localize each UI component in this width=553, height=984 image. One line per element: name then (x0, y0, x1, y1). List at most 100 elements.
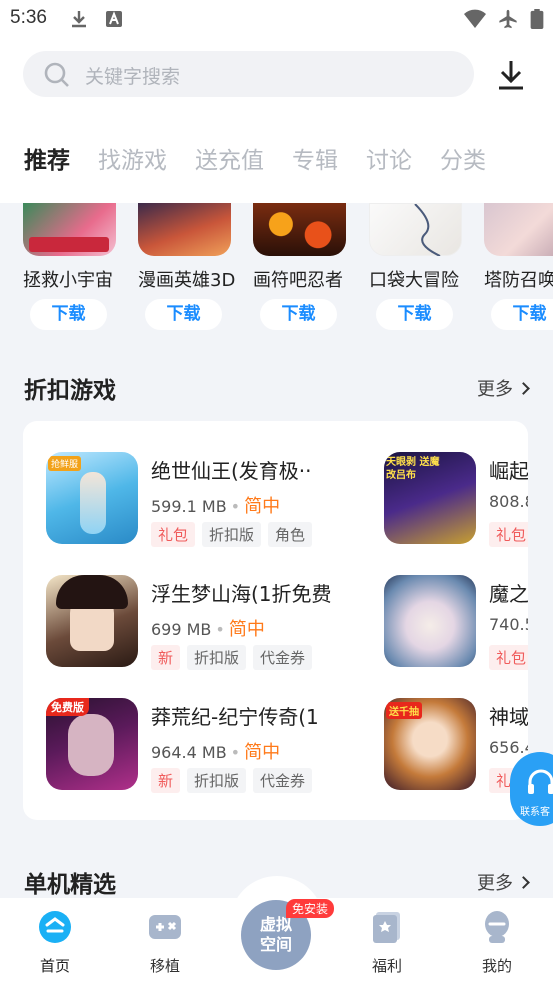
tag: 代金券 (253, 768, 313, 793)
game-region: 简中 (244, 742, 281, 763)
game-thumbnail (253, 203, 346, 256)
chevron-right-icon (517, 876, 530, 889)
game-list-item[interactable]: 天眼剥 送魔改吕布 崛起 808.8 礼包 (384, 452, 528, 547)
download-button[interactable]: 下载 (145, 299, 222, 330)
game-icon (46, 575, 138, 667)
discount-games-card: 抢鲜服 绝世仙王(发育极·· 599.1 MB • 简中 礼包 折扣版 角色 浮生梦… (23, 421, 528, 820)
game-title: 莽荒纪-纪宁传奇(1 (151, 705, 319, 729)
download-manager-icon[interactable] (496, 59, 526, 91)
status-bar: 5:36 (0, 0, 553, 38)
game-meta: 699 MB • 简中 (151, 619, 265, 640)
tab-category[interactable]: 分类 (440, 141, 486, 177)
more-label: 更多 (477, 379, 513, 400)
tag: 代金券 (253, 645, 313, 670)
search-bar[interactable]: 关键字搜索 (23, 51, 474, 97)
game-size: 964.4 MB (151, 743, 227, 762)
wifi-icon (464, 9, 486, 28)
nav-label: 福利 (371, 957, 402, 975)
nav-label: 首页 (39, 957, 70, 975)
game-icon: 抢鲜服 (46, 452, 138, 544)
icon-label: 天眼剥 送魔改吕布 (386, 457, 440, 481)
tag-list: 礼包 (489, 645, 528, 670)
game-list-item[interactable]: 浮生梦山海(1折免费 699 MB • 简中 新 折扣版 代金券 (46, 575, 376, 670)
tag: 礼包 (151, 522, 196, 547)
nav-label: 我的 (481, 957, 512, 975)
tab-recharge[interactable]: 送充值 (195, 141, 264, 177)
tag: 新 (151, 645, 181, 670)
game-name: 拯救小宇宙 (23, 270, 113, 291)
tag-list: 礼包 (489, 522, 528, 547)
game-size: 656.4 (489, 738, 528, 757)
game-title: 魔之 (489, 582, 528, 606)
game-size: 599.1 MB (151, 497, 227, 516)
game-list-item[interactable]: 免费版 莽荒纪-纪宁传奇(1 964.4 MB • 简中 新 折扣版 代金券 (46, 698, 376, 793)
profile-icon (485, 911, 509, 943)
featured-game-strip: 拯救小宇宙 下载 漫画英雄3D 下载 画符吧忍者 下载 口袋大冒险 下载 塔防召… (0, 203, 553, 333)
virtual-space-line1: 虚拟 (259, 915, 292, 934)
download-button[interactable]: 下载 (491, 299, 553, 330)
status-time: 5:36 (10, 7, 47, 28)
game-title: 崛起 (489, 459, 528, 483)
download-status-icon (72, 11, 86, 28)
download-button[interactable]: 下载 (30, 299, 107, 330)
notification-a-icon (106, 11, 122, 27)
discount-more-link[interactable]: 更多 (477, 375, 530, 401)
download-button[interactable]: 下载 (376, 299, 453, 330)
tag: 礼包 (489, 522, 528, 547)
nav-label: 移植 (149, 957, 180, 975)
game-icon: 免费版 (46, 698, 138, 790)
tag: 礼包 (489, 645, 528, 670)
home-icon (39, 911, 71, 943)
game-size: 740.5 (489, 615, 528, 634)
gamepad-icon (149, 915, 181, 939)
single-more-link[interactable]: 更多 (477, 869, 530, 895)
game-size: 699 MB (151, 620, 212, 639)
search-icon (44, 62, 69, 87)
tab-find-games[interactable]: 找游戏 (98, 141, 167, 177)
game-list-item[interactable]: 送千抽 神域 656.4 礼包 (384, 698, 528, 793)
game-meta: 656.4 (489, 738, 528, 757)
tab-bar: 推荐 找游戏 送充值 专辑 讨论 分类 (24, 141, 514, 177)
game-name: 画符吧忍者 (253, 270, 343, 291)
tag: 折扣版 (187, 645, 247, 670)
tab-albums[interactable]: 专辑 (292, 141, 338, 177)
airplane-icon (499, 9, 517, 29)
nav-welfare[interactable]: 福利 (357, 910, 417, 976)
tag-list: 新 折扣版 代金券 (151, 768, 313, 793)
more-label: 更多 (477, 873, 513, 894)
game-meta: 964.4 MB • 简中 (151, 742, 281, 763)
download-button[interactable]: 下载 (260, 299, 337, 330)
game-title: 浮生梦山海(1折免费 (151, 582, 332, 606)
tag: 角色 (268, 522, 313, 547)
game-list-item[interactable]: 魔之 740.5 礼包 (384, 575, 528, 670)
tag: 折扣版 (187, 768, 247, 793)
customer-service-button[interactable]: 联系客 (510, 752, 553, 826)
nav-port[interactable]: 移植 (135, 910, 195, 976)
welfare-icon (373, 912, 400, 943)
tag-list: 新 折扣版 代金券 (151, 645, 313, 670)
game-icon: 天眼剥 送魔改吕布 (384, 452, 476, 544)
game-meta: 740.5 (489, 615, 528, 634)
virtual-space-line2: 空间 (259, 935, 292, 954)
icon-label: 送千抽 (386, 702, 422, 719)
tag-list: 礼包 折扣版 角色 (151, 522, 313, 547)
game-thumbnail (138, 203, 231, 256)
service-label: 联系客 (520, 807, 550, 818)
tab-recommend[interactable]: 推荐 (24, 141, 70, 177)
game-name: 漫画英雄3D (138, 270, 236, 291)
tab-discussion[interactable]: 讨论 (366, 141, 412, 177)
game-thumbnail (369, 203, 462, 256)
nav-home[interactable]: 首页 (25, 910, 85, 976)
game-meta: 808.8 (489, 492, 528, 511)
game-list-item[interactable]: 抢鲜服 绝世仙王(发育极·· 599.1 MB • 简中 礼包 折扣版 角色 (46, 452, 376, 547)
game-meta: 599.1 MB • 简中 (151, 496, 281, 517)
search-input[interactable]: 关键字搜索 (85, 62, 180, 89)
game-thumbnail (23, 203, 116, 256)
game-size: 808.8 (489, 492, 528, 511)
game-icon: 送千抽 (384, 698, 476, 790)
battery-icon (530, 9, 544, 29)
headset-icon (528, 769, 553, 794)
nav-mine[interactable]: 我的 (467, 910, 527, 976)
tag: 新 (151, 768, 181, 793)
no-install-badge: 免安装 (286, 899, 335, 918)
